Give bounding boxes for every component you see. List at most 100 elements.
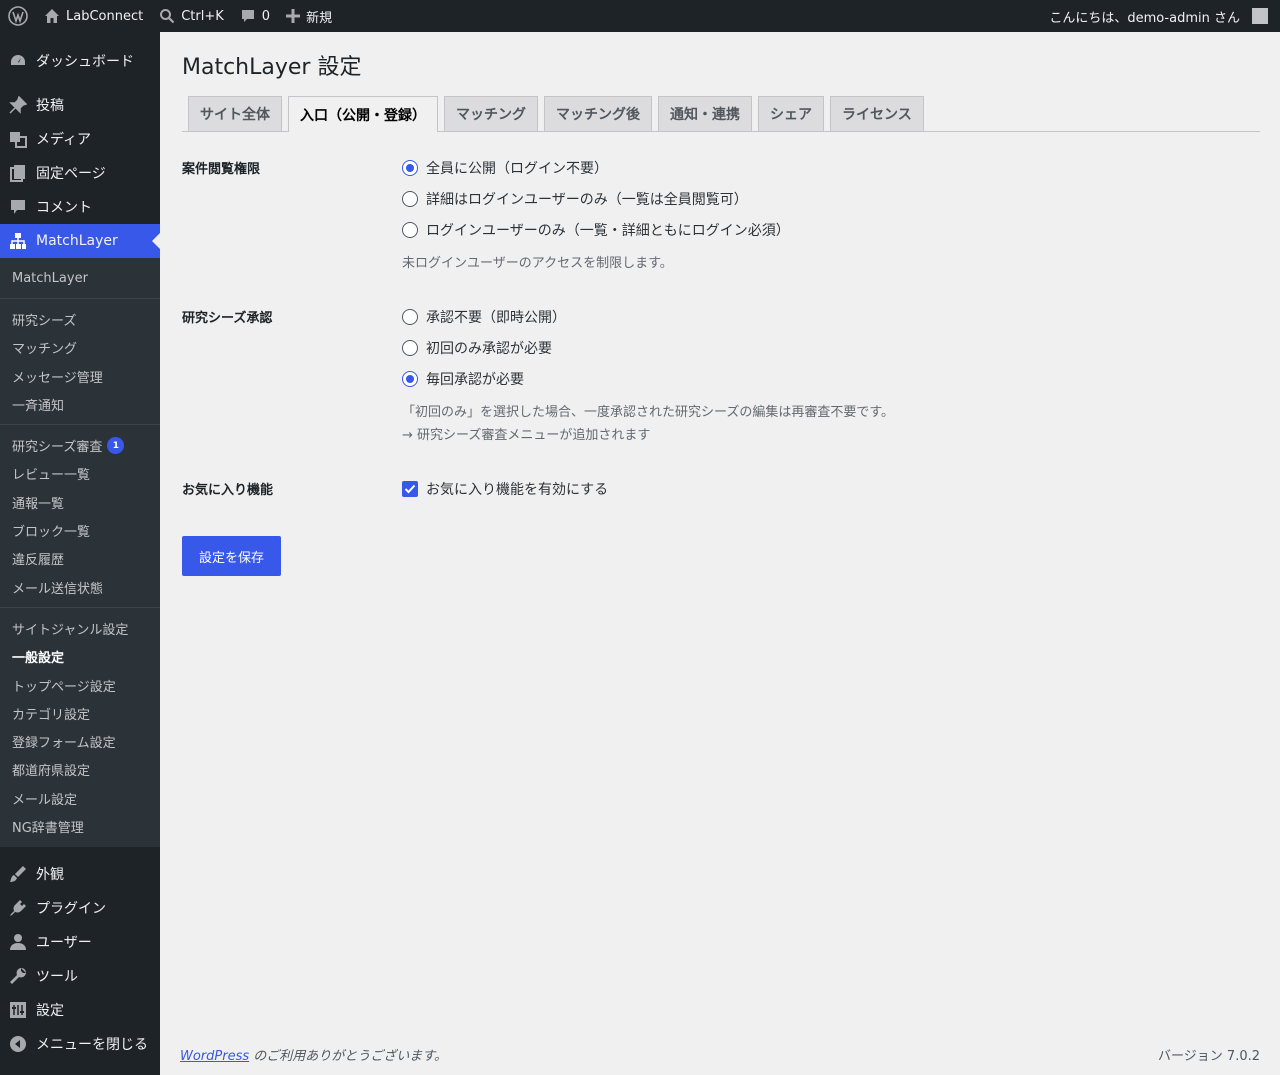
menu-tools[interactable]: ツール: [0, 959, 160, 993]
menu-plugins[interactable]: プラグイン: [0, 891, 160, 925]
submenu-item[interactable]: メール設定: [0, 784, 160, 812]
access-option-login-only[interactable]: ログインユーザーのみ（一覧・詳細ともにログイン必須）: [402, 220, 790, 240]
tab-matching[interactable]: マッチング: [444, 96, 538, 131]
radio[interactable]: [402, 191, 418, 207]
new-content-button[interactable]: 新規: [278, 0, 340, 32]
submenu-item[interactable]: サイトジャンル設定: [0, 614, 160, 642]
menu-label: メディア: [36, 132, 92, 148]
wordpress-link[interactable]: WordPress: [180, 1049, 249, 1064]
favorites-label: お気に入り機能: [182, 483, 274, 498]
tab-after-matching[interactable]: マッチング後: [544, 96, 652, 131]
menu-label: 外観: [36, 866, 64, 883]
tab-notifications[interactable]: 通知・連携: [658, 96, 752, 131]
access-option-detail-login[interactable]: 詳細はログインユーザーのみ（一覧は全員閲覧可）: [402, 189, 748, 209]
page-icon: [8, 163, 28, 183]
site-name-link[interactable]: LabConnect: [36, 0, 151, 32]
collapse-menu-button[interactable]: メニューを閉じる: [0, 1027, 160, 1061]
menu-media[interactable]: メディア: [0, 122, 160, 156]
menu-comments[interactable]: コメント: [0, 190, 160, 224]
option-label: 毎回承認が必要: [426, 372, 524, 388]
checkbox-checked[interactable]: [402, 481, 418, 497]
access-option-public[interactable]: 全員に公開（ログイン不要）: [402, 158, 608, 178]
radio-selected[interactable]: [402, 160, 418, 176]
comments-count: 0: [261, 8, 271, 24]
submenu-item[interactable]: 都道府県設定: [0, 756, 160, 784]
approval-note: → 研究シーズ審査メニューが追加されます: [402, 428, 651, 443]
site-name: LabConnect: [66, 8, 144, 24]
checkmark-icon: [404, 484, 416, 494]
settings-tabs: サイト全体 入口（公開・登録） マッチング マッチング後 通知・連携 シェア ラ…: [182, 96, 1260, 132]
approval-option-none[interactable]: 承認不要（即時公開）: [402, 307, 566, 327]
main-content: MatchLayer 設定 サイト全体 入口（公開・登録） マッチング マッチン…: [160, 32, 1280, 1075]
submenu-item[interactable]: 一斉通知: [0, 390, 160, 418]
admin-bar: LabConnect Ctrl+K 0 新規 こんにちは、demo-admin …: [0, 0, 1280, 32]
my-account-menu[interactable]: こんにちは、demo-admin さん: [1041, 0, 1280, 32]
submenu-item[interactable]: ブロック一覧: [0, 516, 160, 544]
menu-label: コメント: [36, 200, 92, 216]
new-label: 新規: [306, 10, 333, 26]
tab-license[interactable]: ライセンス: [830, 96, 924, 131]
media-icon: [8, 129, 28, 149]
radio[interactable]: [402, 309, 418, 325]
favorites-checkbox-option[interactable]: お気に入り機能を有効にする: [402, 479, 608, 499]
menu-matchlayer[interactable]: MatchLayer: [0, 224, 160, 258]
home-icon: [45, 9, 59, 23]
menu-dashboard[interactable]: ダッシュボード: [0, 44, 160, 78]
menu-label: 設定: [36, 1002, 64, 1019]
tab-entry[interactable]: 入口（公開・登録）: [288, 96, 438, 132]
submenu-item[interactable]: MatchLayer: [0, 264, 160, 292]
menu-label: ダッシュボード: [36, 54, 134, 70]
radio-selected[interactable]: [402, 371, 418, 387]
submenu-item[interactable]: メール送信状態: [0, 573, 160, 601]
submenu-label: 研究シーズ審査: [12, 440, 103, 456]
menu-label: メニューを閉じる: [36, 1036, 148, 1053]
menu-users[interactable]: ユーザー: [0, 925, 160, 959]
approval-option-every[interactable]: 毎回承認が必要: [402, 369, 524, 389]
option-label: 承認不要（即時公開）: [426, 310, 566, 326]
footer-thanks-text: のご利用ありがとうございます。: [249, 1049, 447, 1064]
approval-option-first[interactable]: 初回のみ承認が必要: [402, 338, 552, 358]
submenu-item[interactable]: NG辞書管理: [0, 812, 160, 840]
submenu-item[interactable]: マッチング: [0, 334, 160, 362]
menu-pages[interactable]: 固定ページ: [0, 156, 160, 190]
avatar: [1252, 8, 1268, 24]
approval-description: 「初回のみ」を選択した場合、一度承認された研究シーズの編集は再審査不要です。: [402, 405, 895, 420]
submenu-item[interactable]: 違反履歴: [0, 545, 160, 573]
admin-sidebar: ダッシュボード 投稿 メディア 固定ページ コメント MatchLayer Ma…: [0, 32, 160, 1075]
plus-icon: [286, 9, 301, 23]
divider: [0, 298, 160, 300]
comments-link[interactable]: 0: [232, 0, 278, 32]
access-label: 案件閲覧権限: [182, 162, 261, 177]
access-description: 未ログインユーザーのアクセスを制限します。: [402, 256, 673, 271]
submenu-item[interactable]: 通報一覧: [0, 488, 160, 516]
menu-settings[interactable]: 設定: [0, 993, 160, 1027]
tab-site[interactable]: サイト全体: [188, 96, 282, 131]
plugin-icon: [8, 898, 28, 918]
radio[interactable]: [402, 222, 418, 238]
divider: [0, 607, 160, 609]
command-palette-button[interactable]: Ctrl+K: [151, 0, 232, 32]
footer-thanks: WordPress のご利用ありがとうございます。: [180, 1045, 447, 1064]
menu-label: プラグイン: [36, 900, 106, 917]
menu-appearance[interactable]: 外観: [0, 857, 160, 891]
submenu-item[interactable]: カテゴリ設定: [0, 699, 160, 727]
submenu-item[interactable]: 研究シーズ: [0, 305, 160, 333]
submenu-item-current[interactable]: 一般設定: [0, 643, 160, 671]
radio[interactable]: [402, 340, 418, 356]
submenu-item[interactable]: レビュー一覧: [0, 460, 160, 488]
submenu-item[interactable]: トップページ設定: [0, 671, 160, 699]
settings-icon: [8, 1000, 28, 1020]
menu-posts[interactable]: 投稿: [0, 88, 160, 122]
submenu-item[interactable]: 登録フォーム設定: [0, 727, 160, 755]
comment-icon: [8, 197, 28, 217]
dashboard-icon: [8, 51, 28, 71]
wordpress-logo-button[interactable]: [0, 0, 36, 32]
save-button[interactable]: 設定を保存: [182, 536, 281, 576]
collapse-icon: [8, 1034, 28, 1054]
comment-icon: [241, 10, 254, 22]
footer-version: バージョン 7.0.2: [1158, 1049, 1260, 1064]
submenu-item[interactable]: メッセージ管理: [0, 362, 160, 390]
sitemap-icon: [8, 231, 28, 251]
tab-share[interactable]: シェア: [758, 96, 824, 131]
submenu-item-review[interactable]: 研究シーズ審査 1: [0, 431, 160, 459]
